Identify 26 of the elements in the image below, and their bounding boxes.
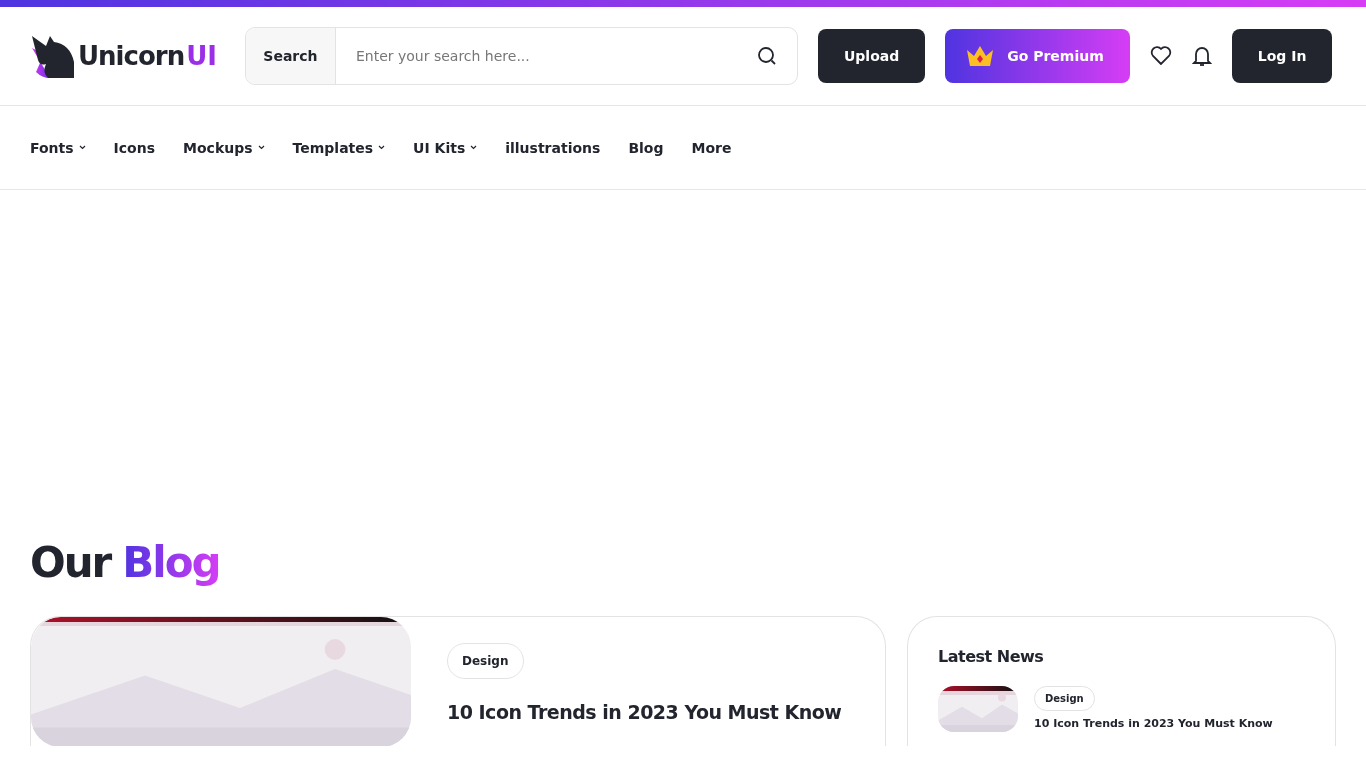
nav-link[interactable]: Icons (113, 139, 156, 156)
premium-button[interactable]: Go Premium (945, 29, 1130, 83)
heart-icon[interactable] (1149, 46, 1172, 66)
nav-link[interactable]: Mockups (183, 139, 265, 156)
upload-button[interactable]: Upload (817, 29, 926, 83)
bell-icon[interactable] (1191, 45, 1212, 67)
logo-text: Unicorn (78, 41, 185, 71)
news-title[interactable]: 10 Icon Trends in 2023 You Must Know (1034, 717, 1273, 731)
section-title: Our (30, 540, 111, 587)
search-label: Search (245, 28, 336, 84)
chevron-icon (470, 145, 478, 150)
chevron-icon (257, 145, 265, 150)
search-bar[interactable]: Search Enter your search here... (244, 27, 798, 85)
nav-link[interactable]: More (691, 139, 732, 156)
blog-card[interactable]: Design 10 Icon Trends in 2023 You Must Know (30, 616, 886, 747)
chevron-icon (78, 145, 86, 150)
chevron-icon (378, 145, 386, 150)
nav-link[interactable]: Blog (628, 139, 664, 156)
nav-link[interactable]: UI Kits (413, 139, 478, 156)
logo-accent: UI (186, 41, 217, 71)
nav-link[interactable]: illustrations (505, 139, 601, 156)
post-title[interactable]: 10 Icon Trends in 2023 You Must Know (447, 701, 842, 724)
news-heading: Latest News (938, 647, 1045, 667)
nav-link[interactable]: Fonts (30, 139, 86, 156)
login-button[interactable]: Log In (1231, 29, 1333, 83)
nav-link[interactable]: Templates (292, 139, 386, 156)
